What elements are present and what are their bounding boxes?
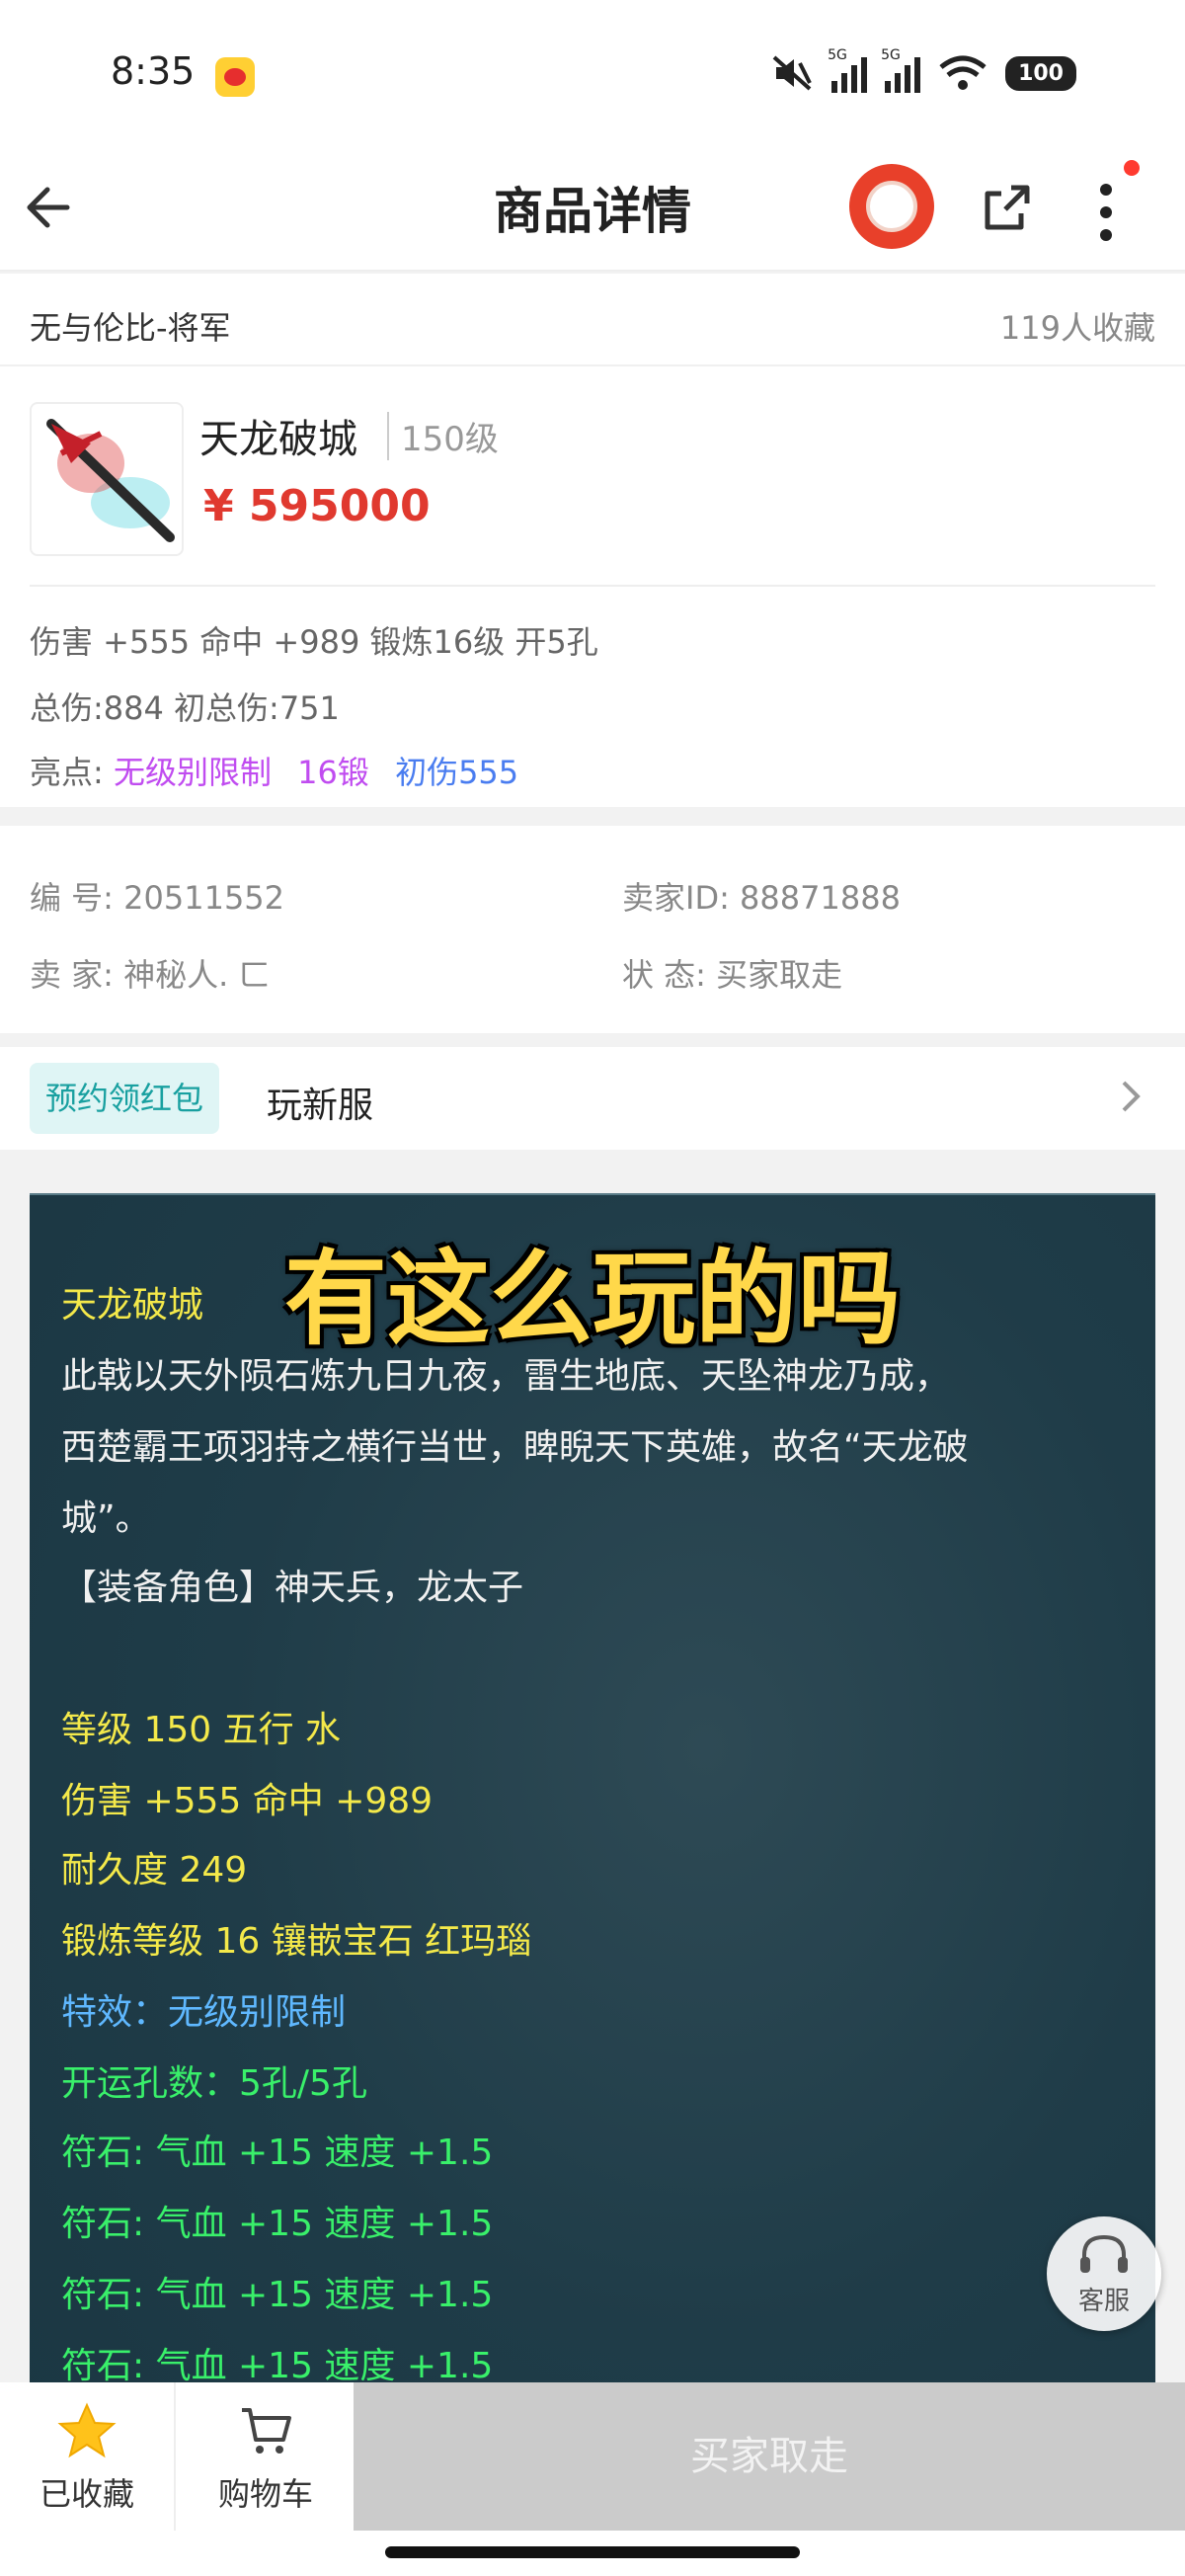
status-time: 8:35 [111,49,196,93]
product-image[interactable] [30,402,184,556]
avatar[interactable] [849,164,934,249]
desc-line: 符石: 气血 +15 速度 +1.5 [61,2204,494,2244]
share-icon[interactable] [978,178,1037,237]
desc-line: 特效：无级别限制 [61,1992,347,2033]
desc-line: 符石: 气血 +15 速度 +1.5 [61,2275,494,2315]
status-bar: 8:35 5G 5G 100 [0,0,1185,148]
fav-count: 119人收藏 [999,309,1155,347]
divider [30,585,1155,587]
seller: 卖 家: 神秘人. ㄈ [30,950,271,996]
chevron-right-icon [1122,1081,1141,1112]
buy-button[interactable]: 买家取走 [354,2382,1185,2531]
desc-line: 锻炼等级 16 镶嵌宝石 红玛瑙 [61,1921,532,1962]
highlight-tag: 16锻 [297,754,369,791]
signal-icon-1: 5G [828,47,868,93]
mute-icon [772,55,812,91]
store-name[interactable]: 无与伦比-将军 [30,303,231,349]
attr-line-2: 总伤:884 初总伤:751 [30,689,340,727]
divider [0,364,1185,366]
promo-text: 玩新服 [267,1086,374,1126]
item-id: 编 号: 20511552 [30,873,284,919]
promo-tag: 预约领红包 [30,1063,220,1134]
customer-service-button[interactable]: 客服 [1047,2216,1161,2331]
desc-line: 城”。 [61,1498,151,1539]
info-card: 编 号: 20511552 卖家ID: 88871888 卖 家: 神秘人. ㄈ… [0,826,1185,1033]
video-caption: 有这么玩的吗 [283,1239,901,1359]
seller-label: 卖 家: [30,956,114,994]
highlights-label: 亮点: [30,754,104,791]
status-value: 买家取走 [716,956,843,994]
battery-indicator: 100 [1005,55,1076,91]
wifi-icon [939,55,987,90]
notification-dot [1124,160,1140,176]
seller-value: 神秘人. ㄈ [123,956,271,994]
desc-line: 符石: 气血 +15 速度 +1.5 [61,2346,494,2386]
weibo-notification-icon [215,57,255,97]
desc-line: 【装备角色】神天兵，龙太子 [61,1568,524,1608]
highlight-tag: 初伤555 [395,754,519,791]
cart-icon [242,2408,291,2454]
highlights: 亮点: 无级别限制 16锻 初伤555 [30,748,518,793]
cart-button[interactable]: 购物车 [178,2382,354,2531]
item-id-label: 编 号: [30,879,114,917]
seller-id-value: 88871888 [740,879,901,917]
favorite-label: 已收藏 [39,2475,134,2513]
cart-label: 购物车 [217,2475,313,2513]
seller-id-label: 卖家ID: [622,879,730,917]
star-icon [57,2402,117,2458]
signal-1-label: 5G [828,47,847,63]
desc-line: 开运孔数：5孔/5孔 [61,2063,367,2104]
status: 状 态: 买家取走 [622,950,842,996]
item-level: 150级 [387,412,499,460]
home-indicator[interactable] [385,2546,800,2558]
desc-line: 符石: 气血 +15 速度 +1.5 [61,2133,494,2173]
halberd-icon [46,419,175,542]
desc-line: 西楚霸王项羽持之横行当世，睥睨天下英雄，故名“天龙破 [61,1427,969,1468]
headset-icon [1080,2234,1128,2273]
desc-line: 耐久度 249 [61,1850,248,1891]
highlight-tag: 无级别限制 [113,754,272,791]
favorite-button[interactable]: 已收藏 [0,2382,176,2531]
item-price: ¥ 595000 [203,481,431,531]
seller-id: 卖家ID: 88871888 [622,873,901,919]
desc-line: 伤害 +555 命中 +989 [61,1781,434,1821]
desc-line: 等级 150 五行 水 [61,1710,342,1750]
customer-service-label: 客服 [1077,2286,1130,2316]
signal-2-label: 5G [881,47,901,63]
promo-banner[interactable]: 预约领红包 玩新服 [0,1047,1185,1150]
page: 8:35 5G 5G 100 商品详情 无与伦比-将军 119人收藏 天龙破城 … [0,0,1185,2576]
nav-header: 商品详情 [0,148,1185,272]
signal-icon-2: 5G [881,47,921,93]
product-card: 无与伦比-将军 119人收藏 天龙破城 150级 ¥ 595000 伤害 +55… [0,274,1185,807]
item-name: 天龙破城 [199,417,357,462]
description-panel: 天龙破城 此戟以天外陨石炼九日九夜，雷生地底、天坠神龙乃成， 西楚霸王项羽持之横… [30,1193,1155,2576]
item-id-value: 20511552 [123,879,285,917]
attr-line-1: 伤害 +555 命中 +989 锻炼16级 开5孔 [30,623,598,661]
status-icons: 5G 5G 100 [770,47,1076,93]
more-icon[interactable] [1086,178,1126,247]
status-label: 状 态: [622,956,706,994]
